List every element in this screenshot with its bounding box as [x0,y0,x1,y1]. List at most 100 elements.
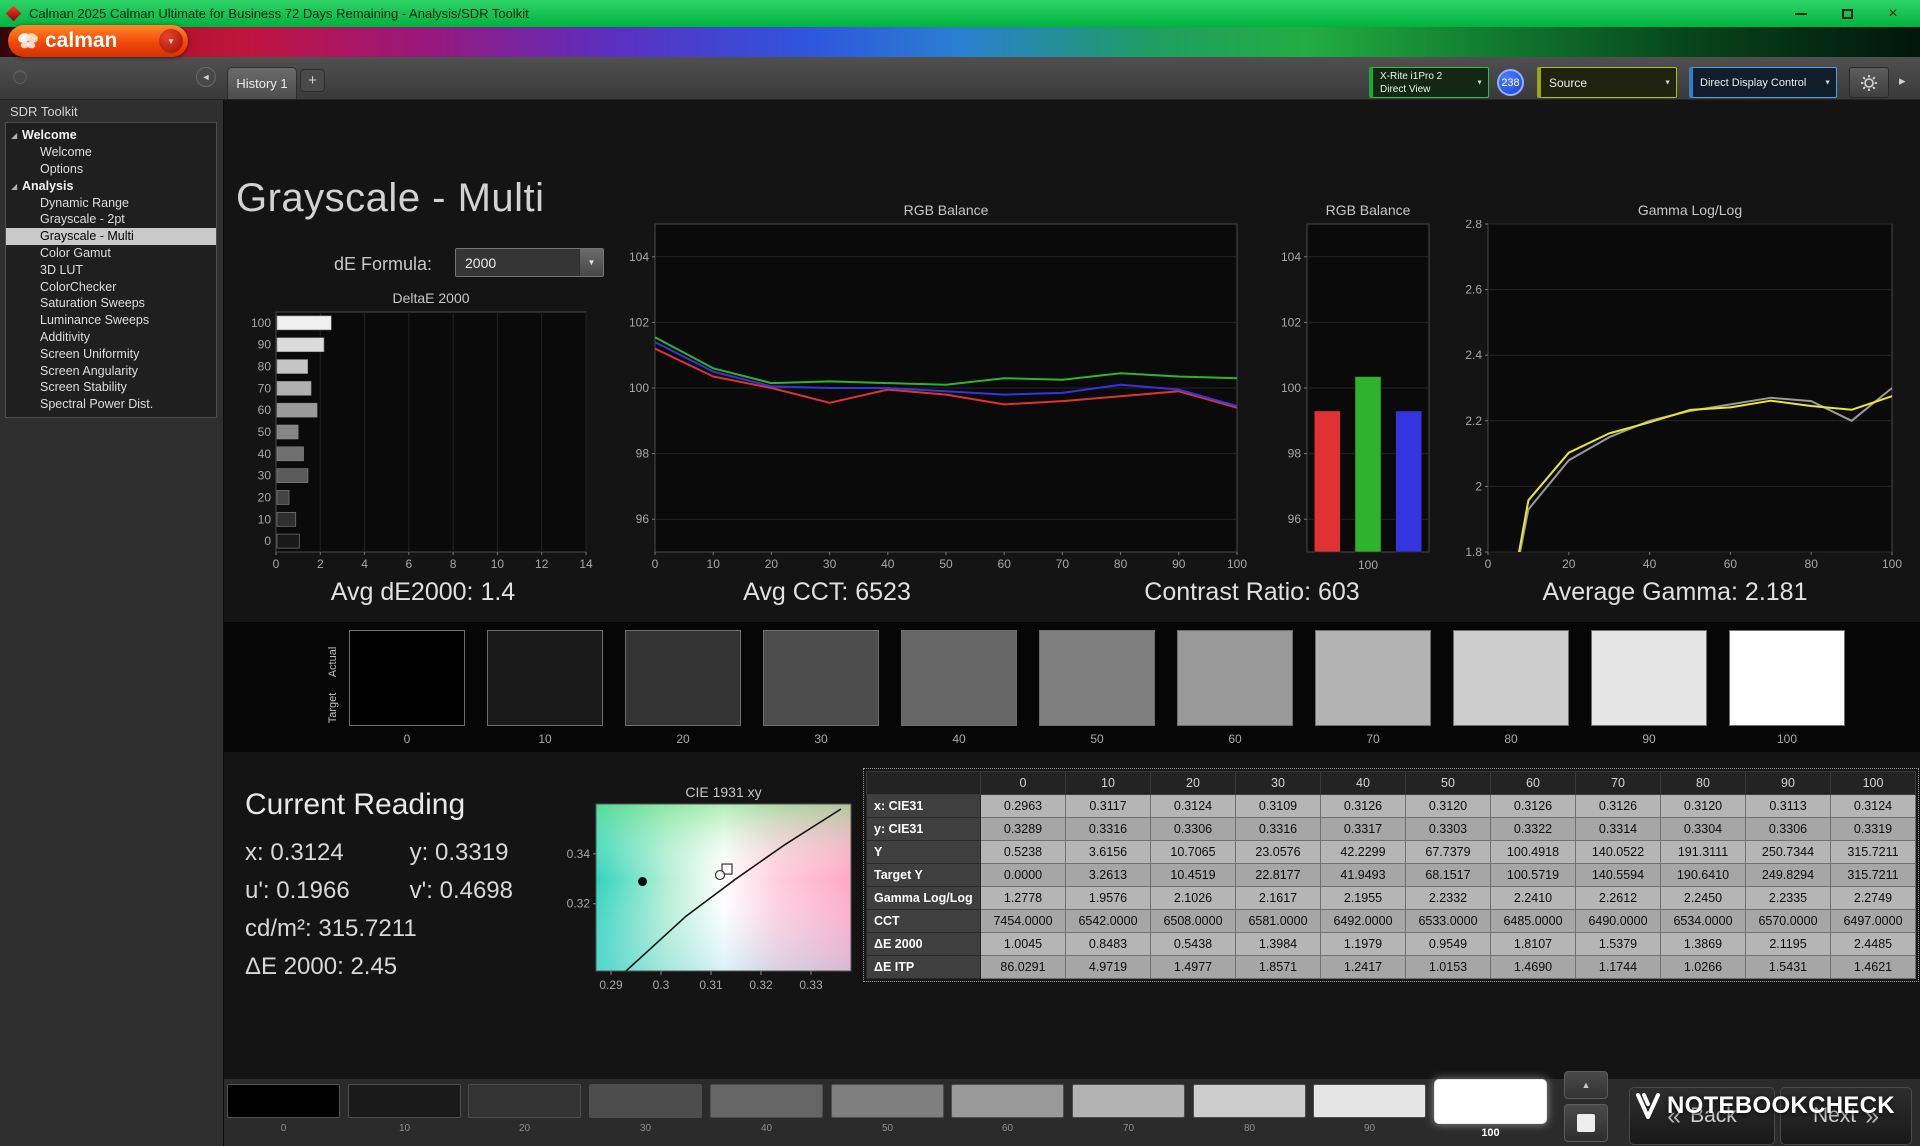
svg-text:2.4: 2.4 [1465,348,1482,362]
main-panel: Grayscale - Multi dE Formula: 2000 ▼ Del… [224,100,1920,1146]
gray-swatch-40 [901,630,1017,726]
table-cell: 1.0266 [1661,956,1746,979]
de-formula-select[interactable]: 2000 ▼ [455,248,604,277]
table-cell: 0.3322 [1491,818,1576,841]
sidebar-section-analysis[interactable]: ◢Analysis [6,178,216,195]
test-patch-30[interactable] [589,1084,702,1118]
tree-expander-icon: ◢ [11,127,17,144]
rgb_balance_bars-chart: 9698100102104100 [1265,220,1450,576]
add-tab-button[interactable]: + [300,69,325,92]
table-cell: 0.0000 [981,864,1066,887]
back-button[interactable]: « Back [1629,1087,1775,1145]
display-control-dropdown[interactable]: Direct Display Control ▼ [1689,67,1837,98]
sidebar-section-welcome[interactable]: ◢Welcome [6,127,216,144]
plus-icon: + [308,72,317,89]
test-patch-90[interactable] [1313,1084,1426,1118]
patch-window-button[interactable] [1564,1104,1608,1142]
svg-text:60: 60 [998,557,1012,571]
sidebar-collapse-button[interactable]: ◄ [196,67,216,87]
luminance-value: 315.7211 [318,915,416,942]
chart-title: RGB Balance [615,200,1250,220]
test-patch-80[interactable] [1193,1084,1306,1118]
sidebar-item-welcome[interactable]: Welcome [6,144,216,161]
settings-button[interactable] [1849,67,1889,98]
swatch-level-label: 70 [1315,732,1431,746]
chart-title: Gamma Log/Log [1455,200,1915,220]
table-col-header-50: 50 [1406,772,1491,795]
maximize-button[interactable] [1824,0,1870,27]
gamma-chart-panel: Gamma Log/Log 1.822.22.42.62.80204060801… [1455,200,1915,580]
sidebar-item-saturation-sweeps[interactable]: Saturation Sweeps [6,295,216,312]
minimize-button[interactable] [1778,0,1824,27]
svg-text:0.31: 0.31 [699,978,723,992]
app-icon [6,6,22,22]
meter-dropdown[interactable]: X-Rite i1Pro 2 Direct View ▼ [1369,67,1489,98]
test-patch-50[interactable] [831,1084,944,1118]
gray-swatch-20 [625,630,741,726]
table-cell: 1.4621 [1831,956,1916,979]
test-patch-20[interactable] [468,1084,581,1118]
chart-title: RGB Balance [1265,200,1450,220]
test-patch-70[interactable] [1072,1084,1185,1118]
x-label: x: [245,839,264,866]
chevron-left-icon: ◄ [202,72,211,82]
source-dropdown[interactable]: Source ▼ [1537,67,1677,98]
svg-text:20: 20 [258,490,272,504]
swatch-level-label: 80 [1453,732,1569,746]
table-row: CCT7454.00006542.00006508.00006581.00006… [867,910,1916,933]
table-cell: 140.0522 [1576,841,1661,864]
sidebar-item-spectral-power-dist[interactable]: Spectral Power Dist. [6,396,216,413]
tab-history-1[interactable]: History 1 [227,67,297,99]
sidebar-item-screen-uniformity[interactable]: Screen Uniformity [6,346,216,363]
stat-value: 6523 [855,578,911,606]
sidebar-item-colorchecker[interactable]: ColorChecker [6,279,216,296]
test-patch-100[interactable] [1434,1079,1547,1124]
chart-title: CIE 1931 xy [560,782,860,802]
swatch-level-label: 0 [349,732,465,746]
measurement-table-wrap: 0102030405060708090100x: CIE310.29630.31… [863,768,1919,982]
close-button[interactable]: × [1870,0,1916,27]
table-cell: 2.2749 [1831,887,1916,910]
table-row: Gamma Log/Log1.27781.95762.10262.16172.1… [867,887,1916,910]
sidebar-item-luminance-sweeps[interactable]: Luminance Sweeps [6,312,216,329]
back-label: Back [1690,1104,1737,1128]
window-controls: × [1778,0,1916,27]
table-cell: 1.0153 [1406,956,1491,979]
rainbow-banner [0,27,1920,57]
meter-count-badge[interactable]: 238 [1497,69,1524,96]
toolbar-expand-button[interactable]: ▸ [1899,73,1906,89]
section-label: Analysis [22,179,73,193]
table-cell: 10.7065 [1151,841,1236,864]
sidebar-item-screen-angularity[interactable]: Screen Angularity [6,363,216,380]
test-patch-10[interactable] [348,1084,461,1118]
sidebar-item-screen-stability[interactable]: Screen Stability [6,379,216,396]
table-cell: 6533.0000 [1406,910,1491,933]
svg-text:20: 20 [1562,557,1576,571]
meter-name: X-Rite i1Pro 2 [1380,70,1472,83]
cie-chart-panel: CIE 1931 xy 0.290.30.310.320.330.320.34 [560,782,860,997]
avg-cct-stat: Avg CCT: 6523 [677,578,977,607]
sidebar-item-grayscale-2pt[interactable]: Grayscale - 2pt [6,211,216,228]
svg-text:60: 60 [1724,557,1738,571]
sidebar-item-grayscale-multi[interactable]: Grayscale - Multi [6,228,216,245]
table-cell: 10.4519 [1151,864,1236,887]
test-patch-0[interactable] [227,1084,340,1118]
sidebar-item-3d-lut[interactable]: 3D LUT [6,262,216,279]
scroll-up-button[interactable]: ▲ [1564,1071,1608,1099]
calman-logo[interactable]: calman ▼ [8,25,188,57]
test-patch-40[interactable] [710,1084,823,1118]
svg-text:100: 100 [251,316,271,330]
table-cell: 0.3316 [1066,818,1151,841]
sidebar-item-additivity[interactable]: Additivity [6,329,216,346]
sidebar-item-options[interactable]: Options [6,161,216,178]
test-patch-60[interactable] [951,1084,1064,1118]
svg-text:0: 0 [1485,557,1492,571]
table-row: Target Y0.00003.261310.451922.817741.949… [867,864,1916,887]
window-title: Calman 2025 Calman Ultimate for Business… [29,6,529,21]
sidebar-item-dynamic-range[interactable]: Dynamic Range [6,195,216,212]
table-cell: 1.3984 [1236,933,1321,956]
logo-menu-button[interactable]: ▼ [159,29,183,53]
measurement-table: 0102030405060708090100x: CIE310.29630.31… [866,771,1916,979]
next-button[interactable]: Next » [1780,1087,1912,1145]
sidebar-item-color-gamut[interactable]: Color Gamut [6,245,216,262]
